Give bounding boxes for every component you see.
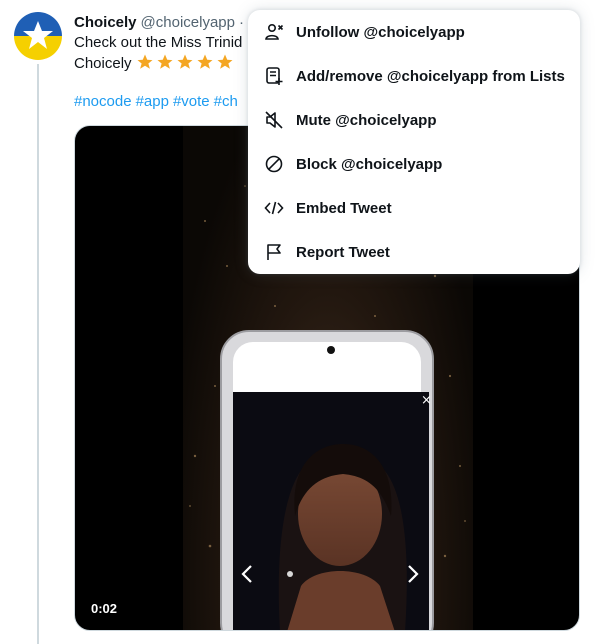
hashtag-list: #nocode #app #vote #ch	[74, 93, 254, 110]
unfollow-icon	[264, 22, 284, 42]
tweet-text-line-2: Choicely	[74, 53, 254, 74]
hashtag-link[interactable]: #app	[136, 93, 169, 110]
tweet-options-menu: Unfollow @choicelyapp Add/remove @choice…	[248, 10, 580, 274]
embed-icon	[264, 198, 284, 218]
thread-line	[37, 64, 39, 644]
block-icon	[264, 154, 284, 174]
flag-icon	[264, 242, 284, 262]
header-separator: ·	[238, 13, 244, 31]
hashtag-link[interactable]: #nocode	[74, 93, 132, 110]
menu-item-label: Embed Tweet	[296, 199, 392, 217]
menu-item-label: Block @choicelyapp	[296, 155, 443, 173]
list-add-icon	[264, 66, 284, 86]
user-handle[interactable]: @choicelyapp	[141, 14, 235, 31]
menu-item-embed[interactable]: Embed Tweet	[248, 186, 580, 230]
menu-item-report[interactable]: Report Tweet	[248, 230, 580, 274]
menu-item-block[interactable]: Block @choicelyapp	[248, 142, 580, 186]
close-icon[interactable]: ×	[421, 393, 432, 408]
choicely-logo	[14, 12, 62, 60]
menu-item-label: Add/remove @choicelyapp from Lists	[296, 67, 565, 85]
star-icon	[137, 54, 153, 69]
star-icon	[157, 54, 173, 69]
menu-item-lists[interactable]: Add/remove @choicelyapp from Lists	[248, 54, 580, 98]
video-timestamp: 0:02	[91, 601, 118, 616]
menu-item-mute[interactable]: Mute @choicelyapp	[248, 98, 580, 142]
star-icon	[217, 54, 233, 69]
menu-item-unfollow[interactable]: Unfollow @choicelyapp	[248, 10, 580, 54]
menu-item-label: Mute @choicelyapp	[296, 111, 437, 129]
tweet-text-line-2-text: Choicely	[74, 55, 132, 72]
menu-item-label: Report Tweet	[296, 243, 390, 261]
hashtag-link[interactable]: #ch	[214, 93, 238, 110]
menu-item-label: Unfollow @choicelyapp	[296, 23, 465, 41]
hashtag-link[interactable]: #vote	[173, 93, 210, 110]
phone-camera	[327, 346, 335, 354]
star-rating	[136, 53, 234, 71]
avatar[interactable]	[14, 12, 62, 60]
mute-icon	[264, 110, 284, 130]
tweet-header: Choicely @choicelyapp ·	[74, 12, 244, 32]
tweet-text: Check out the Miss Trinid Choicely	[74, 33, 254, 74]
tweet-text-line-1: Check out the Miss Trinid	[74, 34, 243, 51]
display-name[interactable]: Choicely	[74, 14, 137, 31]
star-icon	[197, 54, 213, 69]
star-icon	[177, 54, 193, 69]
